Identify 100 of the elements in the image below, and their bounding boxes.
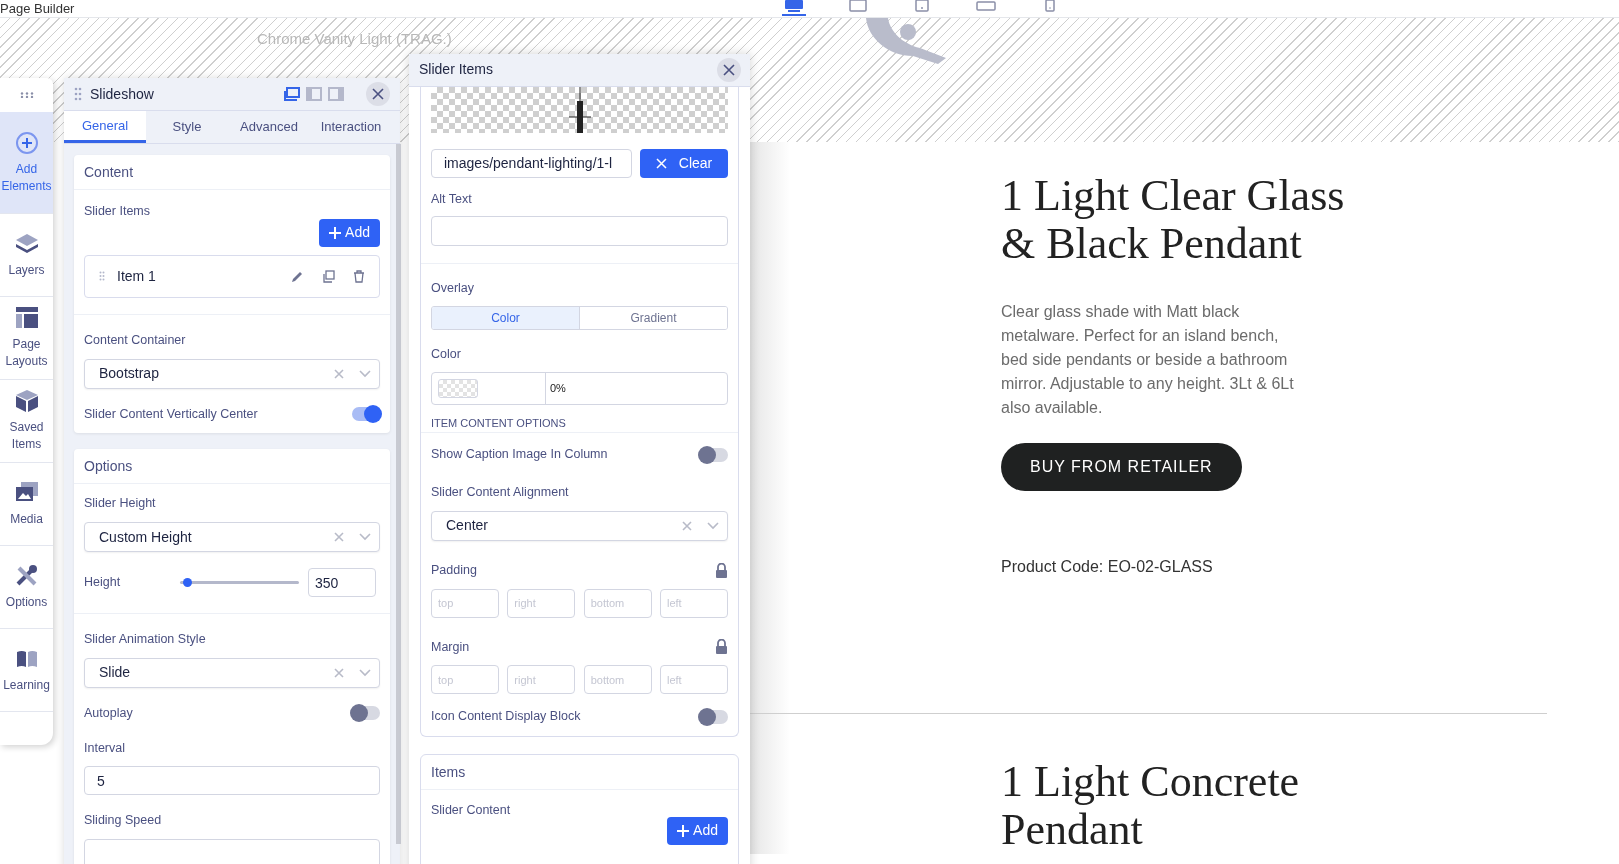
sidebar-item[interactable]: Add Elements: [0, 112, 53, 214]
lock-icon[interactable]: [715, 639, 728, 655]
field-label: Height: [84, 574, 122, 592]
alt-text-input[interactable]: [431, 216, 728, 247]
trash-icon[interactable]: [353, 269, 365, 283]
image-path-input[interactable]: images/pendant-lighting/1-l: [431, 148, 632, 178]
toggle-switch[interactable]: [700, 447, 728, 462]
field-label: Color: [431, 346, 462, 363]
clear-icon[interactable]: [333, 666, 345, 679]
section-title: Content: [74, 155, 390, 190]
select-field[interactable]: Center: [431, 510, 728, 541]
product-code: Product Code: EO-02-GLASS: [1001, 557, 1214, 577]
sidebar-item[interactable]: Layers: [0, 214, 53, 297]
field-label: Autoplay: [84, 704, 133, 722]
select-field[interactable]: Bootstrap: [84, 358, 380, 389]
field-label: Slider Content Vertically Center: [84, 405, 258, 423]
field-label: Icon Content Display Block: [431, 708, 581, 726]
toggle-switch[interactable]: [352, 406, 380, 421]
clear-button[interactable]: Clear: [640, 148, 728, 178]
spacing-input[interactable]: bottom: [583, 665, 652, 695]
floating-window-icon: [284, 87, 300, 102]
plus-icon: [677, 824, 690, 837]
field-label: Slider Content: [430, 802, 512, 819]
clear-icon[interactable]: [333, 367, 345, 380]
chevron-down-icon[interactable]: [359, 369, 371, 378]
spacing-input[interactable]: top: [431, 588, 499, 618]
slider-track[interactable]: [180, 581, 299, 584]
spacing-input[interactable]: top: [431, 665, 499, 695]
clear-icon[interactable]: [333, 531, 345, 543]
sidebar-item[interactable]: Page Layouts: [0, 297, 53, 380]
buy-from-retailer-button[interactable]: BUY FROM RETAILER: [1001, 443, 1242, 491]
spacing-input[interactable]: right: [507, 665, 576, 695]
add-button[interactable]: Add: [319, 218, 380, 247]
close-icon: [372, 88, 384, 101]
section-title: Items: [421, 755, 738, 790]
page-label: Chrome Vanity Light (TRAG.): [257, 29, 452, 49]
segment-button[interactable]: Color: [432, 307, 579, 329]
select-field[interactable]: Slide: [84, 657, 380, 688]
cube-icon: [14, 389, 39, 413]
tab[interactable]: Style: [146, 111, 228, 143]
lock-icon[interactable]: [715, 562, 728, 578]
field-label: Margin: [431, 638, 470, 656]
panel-title: Slideshow: [90, 84, 155, 104]
clear-icon[interactable]: [681, 519, 693, 532]
grip-icon[interactable]: [19, 92, 34, 98]
chevron-down-icon[interactable]: [707, 521, 719, 530]
spacing-input[interactable]: right: [507, 588, 576, 618]
sidebar-item[interactable]: Media: [0, 463, 53, 546]
plus-icon: [329, 226, 342, 239]
spacing-input[interactable]: left: [660, 665, 728, 695]
layers-icon: [14, 231, 39, 256]
toggle-switch[interactable]: [700, 709, 728, 724]
text-input[interactable]: [84, 839, 380, 864]
pencil-icon[interactable]: [291, 269, 304, 283]
toggle-switch[interactable]: [352, 706, 380, 721]
sidebar-item[interactable]: Saved Items: [0, 380, 53, 463]
item-label: Item 1: [117, 266, 157, 286]
phone-landscape-icon: [975, 0, 997, 12]
color-field[interactable]: 0%: [431, 371, 728, 405]
drag-handle-icon[interactable]: [74, 87, 82, 102]
spacing-input[interactable]: bottom: [583, 588, 652, 618]
close-button[interactable]: [717, 57, 741, 82]
field-label: Alt Text: [431, 190, 473, 208]
text-input[interactable]: 5: [84, 766, 380, 796]
tablet-landscape-icon: [847, 0, 869, 12]
tab[interactable]: Interaction: [310, 111, 392, 143]
close-button[interactable]: [366, 82, 390, 107]
view-mode-button[interactable]: [284, 87, 300, 102]
copy-icon[interactable]: [322, 269, 335, 283]
number-input[interactable]: 350: [308, 568, 376, 597]
slider-item-row[interactable]: Item 1: [84, 254, 380, 298]
drag-handle-icon[interactable]: [99, 271, 105, 282]
field-label: Slider Items: [84, 203, 151, 220]
desktop-device-button[interactable]: [782, 0, 806, 16]
chevron-down-icon[interactable]: [359, 668, 371, 677]
product-title: 1 Light Concrete Pendant: [1001, 758, 1301, 854]
chevron-down-icon[interactable]: [359, 533, 371, 541]
section-heading: ITEM CONTENT OPTIONS: [421, 414, 738, 434]
add-button[interactable]: Add: [667, 816, 728, 845]
close-icon: [723, 63, 735, 76]
dock-right-icon: [328, 87, 344, 102]
tab[interactable]: Advanced: [228, 111, 310, 143]
sidebar-item[interactable]: Options: [0, 546, 53, 629]
tab[interactable]: General: [64, 111, 146, 143]
dock-left-icon: [306, 87, 322, 102]
desktop-icon: [783, 0, 805, 12]
field-label: Overlay: [431, 280, 476, 298]
segment-button[interactable]: Gradient: [579, 307, 727, 329]
color-swatch[interactable]: [438, 378, 478, 398]
spacing-input[interactable]: left: [660, 588, 728, 618]
field-label: Slider Animation Style: [84, 631, 207, 648]
product-description: Clear glass shade with Matt black metalware. Perfect for an island bench, bed side pendants or beside a bathroom mirror. Adjustable to any height. 3Lt & 6Lt also available.: [1001, 302, 1295, 418]
select-field[interactable]: Custom Height: [84, 522, 380, 552]
sidebar-item[interactable]: Learning: [0, 629, 53, 712]
section-title: Options: [74, 449, 390, 485]
field-label: Content Container: [84, 331, 187, 349]
layout-icon: [14, 306, 39, 330]
field-label: Padding: [431, 561, 477, 579]
plus-circle-icon: [14, 130, 39, 155]
slider-thumb[interactable]: [183, 578, 193, 587]
